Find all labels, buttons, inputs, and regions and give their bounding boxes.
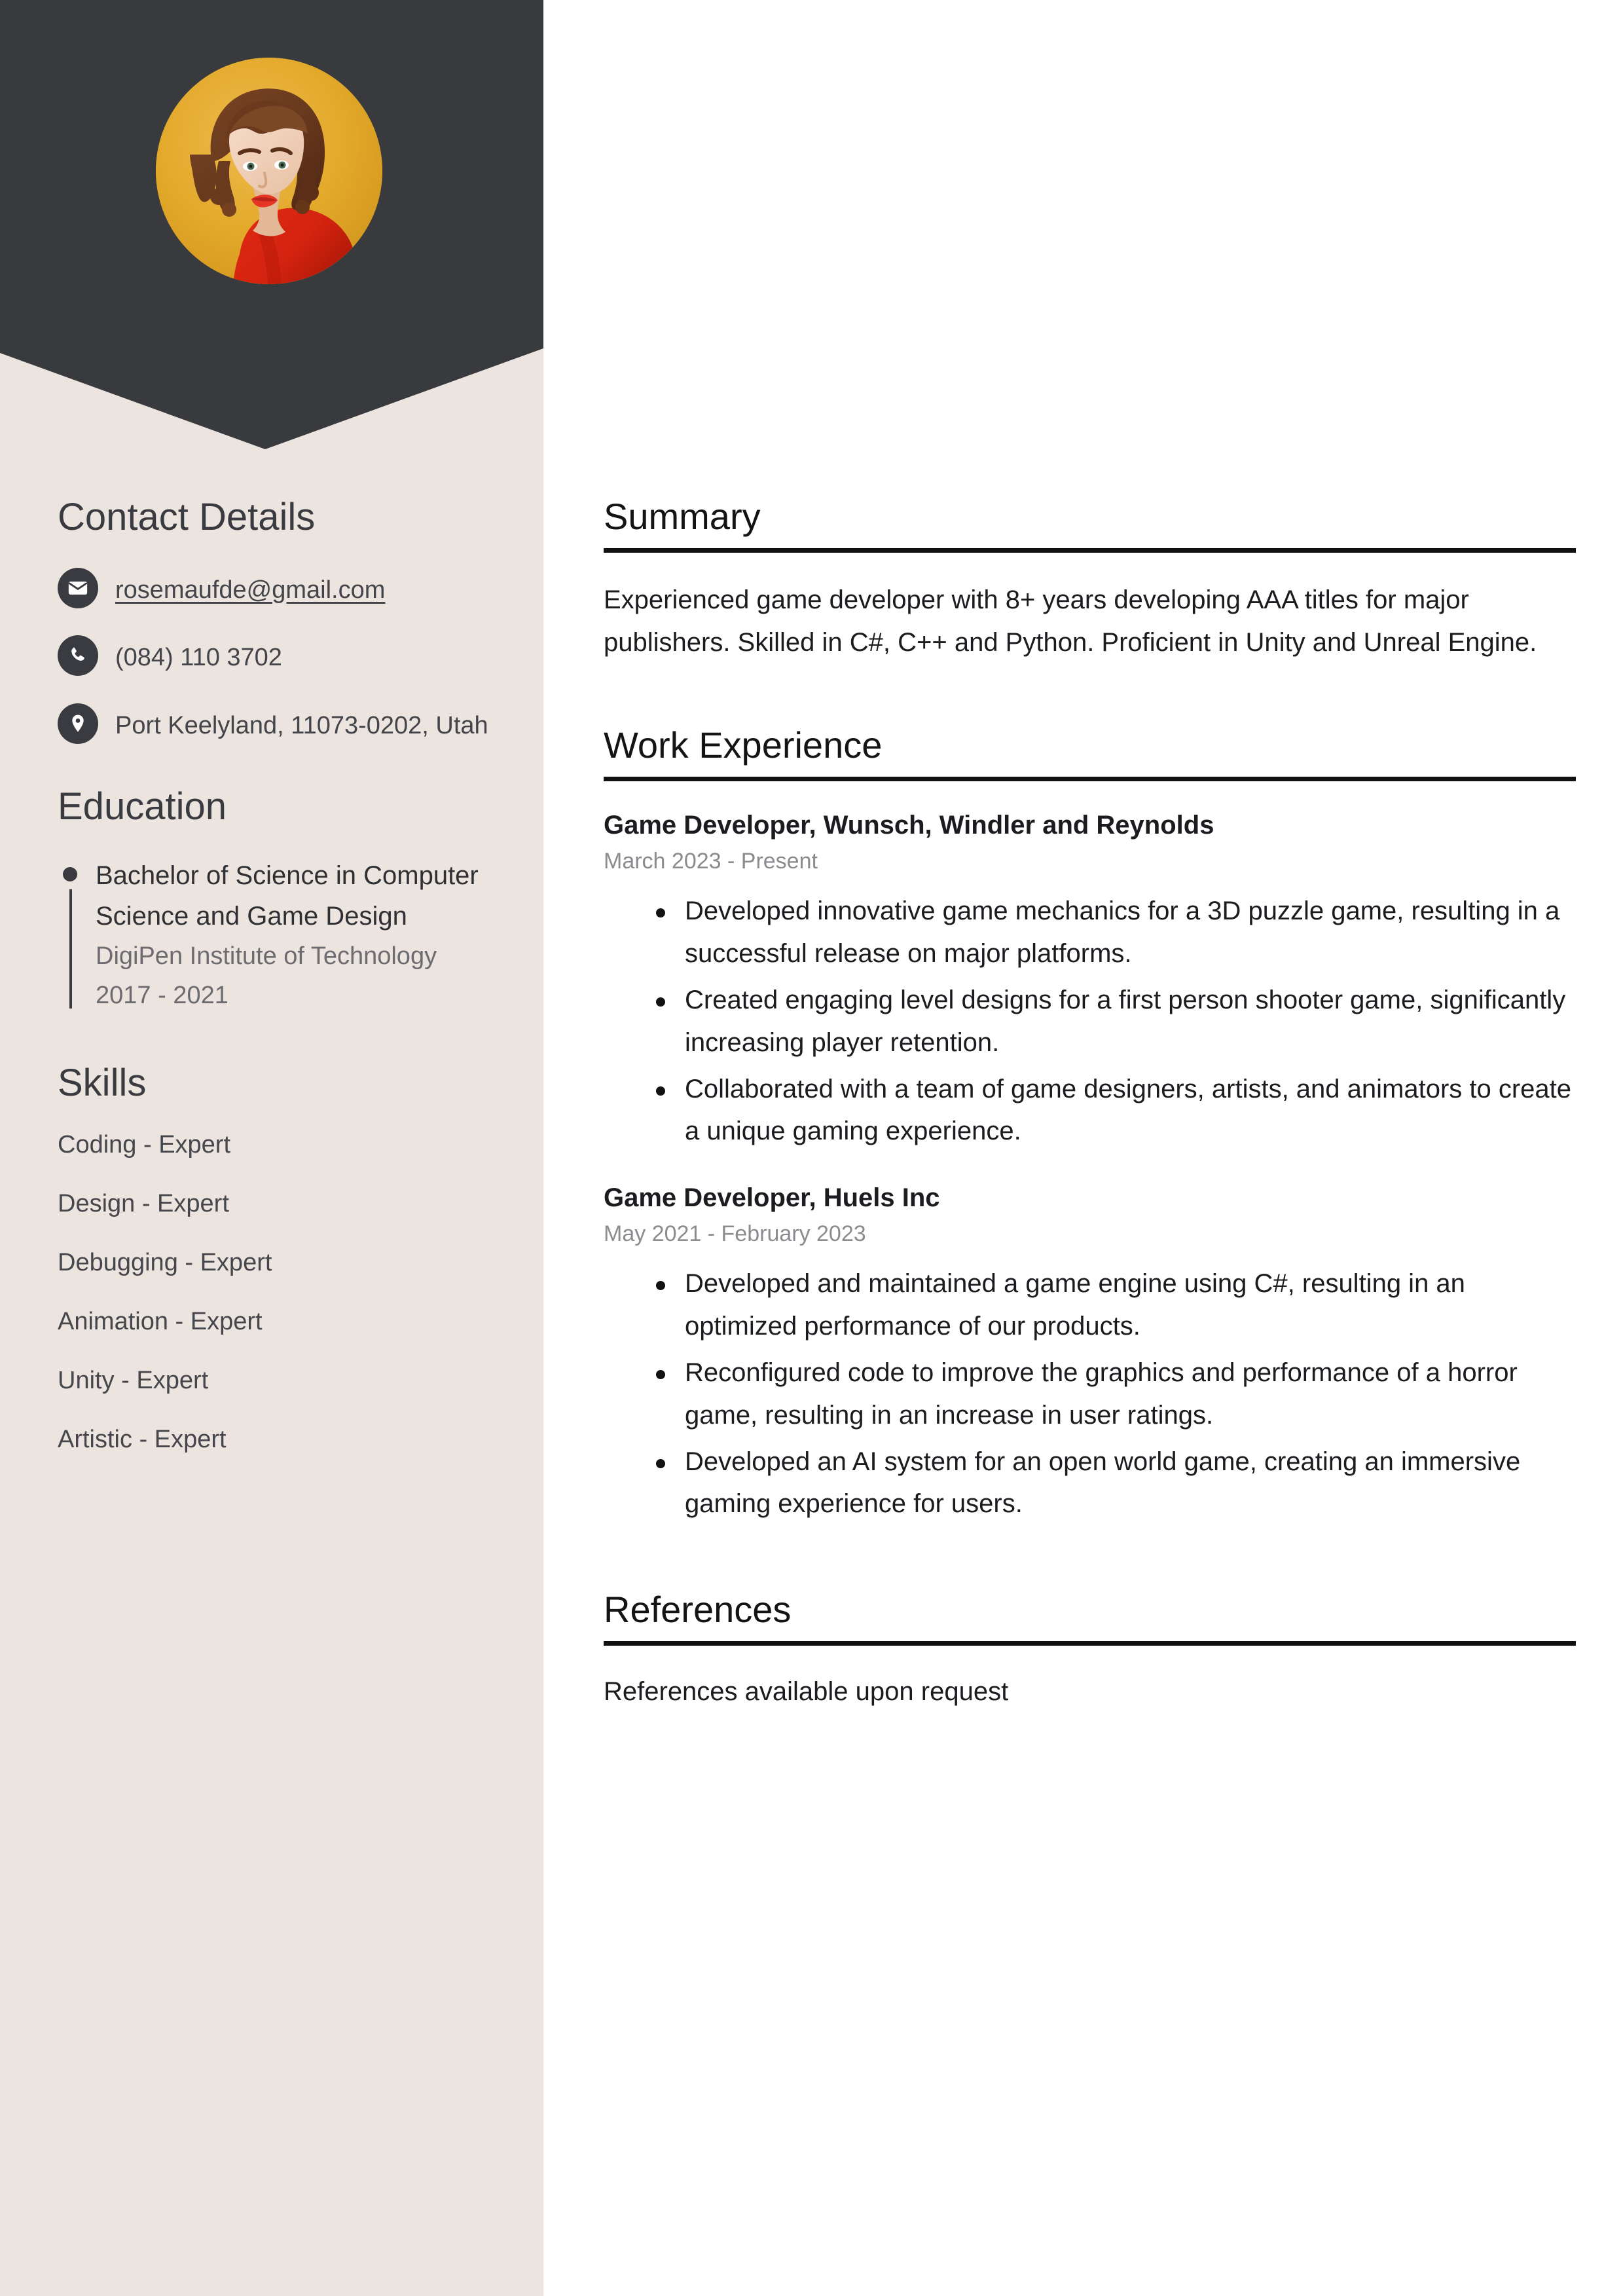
job-bullet-list: Developed innovative game mechanics for … — [604, 890, 1576, 1153]
main-column: Summary Experienced game developer with … — [543, 0, 1623, 2296]
contact-details-section: Contact Details rosemaufde@gmail.com (08… — [58, 496, 492, 747]
contact-item-phone: (084) 110 3702 — [58, 634, 492, 678]
education-heading: Education — [58, 785, 227, 828]
job-title: Game Developer, Wunsch, Windler and Reyn… — [604, 811, 1214, 840]
skill-item: Coding - Expert — [58, 1131, 231, 1159]
education-section: Education Bachelor of Science in Compute… — [58, 787, 492, 1016]
job-title: Game Developer, Huels Inc — [604, 1183, 940, 1213]
job-bullet: Collaborated with a team of game designe… — [656, 1068, 1576, 1153]
resume-page: Summary Experienced game developer with … — [0, 0, 1623, 2296]
phone-icon — [58, 635, 98, 676]
contact-details-heading: Contact Details — [58, 496, 316, 538]
work-experience-section: Work Experience Game Developer, Wunsch, … — [604, 726, 1576, 1525]
envelope-icon — [58, 567, 98, 608]
skill-item: Animation - Expert — [58, 1308, 263, 1336]
contact-phone-text: (084) 110 3702 — [115, 644, 282, 672]
job-dates: March 2023 - Present — [604, 849, 818, 874]
education-school: DigiPen Institute of Technology — [96, 942, 437, 971]
location-pin-icon — [58, 703, 98, 744]
summary-section: Summary Experienced game developer with … — [604, 497, 1576, 663]
references-text: References available upon request — [604, 1676, 1009, 1706]
job-bullet: Reconfigured code to improve the graphic… — [656, 1352, 1576, 1437]
job-entry: Game Developer, Huels Inc May 2021 - Feb… — [604, 1181, 1576, 1525]
skills-section: Skills Coding - Expert Design - Expert D… — [58, 1062, 492, 1454]
skill-item: Debugging - Expert — [58, 1249, 272, 1277]
skill-item: Unity - Expert — [58, 1367, 209, 1395]
sidebar-column: Contact Details rosemaufde@gmail.com (08… — [0, 0, 543, 1452]
skill-item: Design - Expert — [58, 1190, 229, 1218]
timeline-dot-icon — [63, 867, 77, 882]
timeline-line — [69, 889, 72, 1009]
job-bullet: Developed an AI system for an open world… — [656, 1441, 1576, 1526]
contact-item-location: Port Keelyland, 11073-0202, Utah — [58, 702, 492, 747]
skill-item: Artistic - Expert — [58, 1426, 227, 1454]
job-bullet-list: Developed and maintained a game engine u… — [604, 1263, 1576, 1525]
education-dates: 2017 - 2021 — [96, 982, 228, 1010]
education-item: Bachelor of Science in Computer Science … — [58, 855, 492, 1015]
contact-email-text[interactable]: rosemaufde@gmail.com — [115, 566, 385, 611]
contact-list: rosemaufde@gmail.com (084) 110 3702 Port… — [58, 566, 492, 747]
references-section: References References available upon req… — [604, 1590, 1576, 1713]
summary-heading: Summary — [604, 497, 1576, 553]
skills-heading: Skills — [58, 1062, 147, 1105]
contact-item-email[interactable]: rosemaufde@gmail.com — [58, 566, 492, 611]
summary-text: Experienced game developer with 8+ years… — [604, 585, 1537, 657]
job-entry: Game Developer, Wunsch, Windler and Reyn… — [604, 809, 1576, 1153]
job-bullet: Created engaging level designs for a fir… — [656, 979, 1576, 1064]
job-bullet: Developed innovative game mechanics for … — [656, 890, 1576, 975]
references-heading: References — [604, 1590, 1576, 1646]
job-bullet: Developed and maintained a game engine u… — [656, 1263, 1576, 1348]
education-degree: Bachelor of Science in Computer Science … — [96, 861, 479, 931]
work-experience-heading: Work Experience — [604, 726, 1576, 782]
job-dates: May 2021 - February 2023 — [604, 1221, 866, 1247]
contact-location-text: Port Keelyland, 11073-0202, Utah — [115, 711, 488, 739]
